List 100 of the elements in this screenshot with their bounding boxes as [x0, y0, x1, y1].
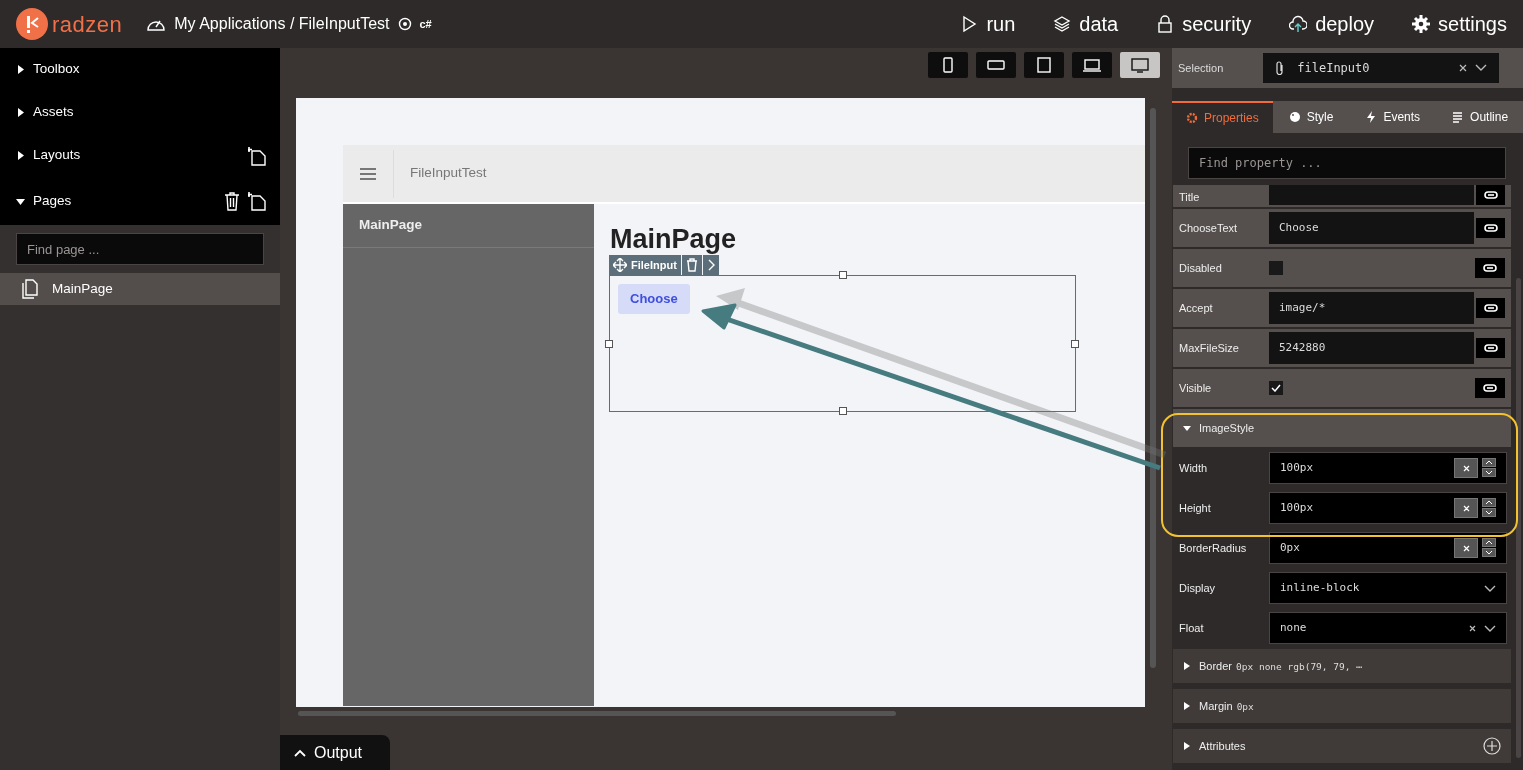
text-field[interactable]	[1269, 185, 1474, 205]
chevron-right-icon[interactable]	[706, 259, 715, 271]
add-file-icon[interactable]	[248, 145, 266, 166]
caret-right-icon[interactable]	[16, 151, 25, 160]
menu-item[interactable]: security	[1156, 9, 1252, 39]
section-title[interactable]: Layouts	[33, 145, 81, 166]
dropdown[interactable]: none	[1269, 612, 1507, 644]
property-label: BorderRadius	[1179, 540, 1248, 556]
check-icon	[1271, 384, 1281, 392]
menu-item[interactable]: deploy	[1289, 9, 1375, 39]
section-header[interactable]: Pages	[0, 177, 280, 225]
property-label: Accept	[1179, 300, 1214, 316]
clear-icon	[1462, 504, 1470, 512]
section-header[interactable]: Assets	[0, 91, 280, 134]
menu-item[interactable]: settings	[1412, 9, 1507, 39]
choose-button[interactable]: Choose	[618, 284, 690, 314]
clear-icon[interactable]	[1469, 624, 1476, 632]
output-tab[interactable]: Output	[280, 735, 390, 770]
section-header[interactable]: Layouts	[0, 134, 280, 177]
clear-button[interactable]	[1454, 498, 1478, 518]
unit-field[interactable]: 100px	[1269, 492, 1507, 524]
search-field[interactable]: Find property ...	[1188, 147, 1506, 179]
spin-up-icon[interactable]	[1482, 538, 1496, 547]
nav-item[interactable]: MainPage	[343, 204, 594, 248]
spin-down-icon[interactable]	[1482, 468, 1496, 477]
property-group[interactable]: Attributes	[1173, 729, 1511, 763]
selection-dropdown[interactable]: fileInput0	[1263, 53, 1500, 83]
unit-field[interactable]: 100px	[1269, 452, 1507, 484]
resize-handle[interactable]	[605, 339, 613, 348]
property-label: MaxFileSize	[1179, 340, 1240, 356]
bind-button[interactable]	[1476, 185, 1505, 205]
vertical-scrollbar[interactable]	[1150, 108, 1156, 668]
logo-text: radzen	[52, 10, 123, 39]
clear-button[interactable]	[1454, 538, 1478, 558]
vertical-scrollbar[interactable]	[1516, 278, 1521, 758]
spin-down-icon[interactable]	[1482, 548, 1496, 557]
page-heading: MainPage	[610, 226, 738, 253]
text-field[interactable]: 5242880	[1269, 332, 1474, 364]
group-title: ImageStyle	[1199, 420, 1255, 436]
spin-up-icon[interactable]	[1482, 498, 1496, 507]
property-label: Display	[1179, 580, 1217, 596]
laptop-icon	[1083, 57, 1101, 73]
page-item[interactable]: MainPage	[0, 273, 280, 305]
tablet-icon	[1035, 57, 1053, 73]
property-group[interactable]: Border 0px none rgb(79, 79, ⋯	[1173, 649, 1511, 683]
device-button[interactable]	[928, 52, 968, 78]
clear-button[interactable]	[1454, 458, 1478, 478]
section-title[interactable]: Assets	[33, 102, 74, 123]
lock-icon	[1156, 15, 1175, 33]
checkbox[interactable]	[1269, 381, 1283, 395]
horizontal-scrollbar[interactable]	[298, 711, 896, 716]
caret-right-icon	[1183, 702, 1191, 710]
add-file-icon[interactable]	[248, 191, 266, 211]
document-icon	[22, 279, 38, 299]
spin-down-icon[interactable]	[1482, 508, 1496, 517]
resize-handle[interactable]	[1071, 339, 1079, 348]
dropdown[interactable]: inline-block	[1269, 572, 1507, 604]
group-summary: 0px none rgb(79, 79, ⋯	[1236, 659, 1362, 674]
device-button[interactable]	[1120, 52, 1160, 78]
menu-item[interactable]: run	[960, 9, 1016, 39]
section-header[interactable]: Toolbox	[0, 48, 280, 91]
text-field[interactable]: Choose	[1269, 212, 1474, 244]
property-label: Visible	[1179, 380, 1213, 396]
menu-item[interactable]: data	[1053, 9, 1119, 39]
section-title[interactable]: Toolbox	[33, 59, 80, 80]
property-label: Height	[1179, 500, 1212, 516]
clear-icon	[1462, 544, 1470, 552]
search-field[interactable]: Find page ...	[16, 233, 264, 265]
device-button[interactable]	[1024, 52, 1064, 78]
bind-button[interactable]	[1475, 378, 1505, 398]
unit-field[interactable]: 0px	[1269, 532, 1507, 564]
text-field[interactable]: image/*	[1269, 292, 1474, 324]
spin-up-icon[interactable]	[1482, 458, 1496, 467]
device-button[interactable]	[1072, 52, 1112, 78]
chevron-down-icon[interactable]	[1475, 64, 1488, 72]
bind-button[interactable]	[1476, 218, 1505, 238]
property-group[interactable]: Margin 0px	[1173, 689, 1511, 723]
add-icon[interactable]	[1483, 737, 1501, 755]
caret-right-icon[interactable]	[16, 65, 25, 74]
tab[interactable]: Properties	[1172, 101, 1273, 133]
clear-icon[interactable]	[1459, 64, 1468, 72]
clear-icon	[1462, 464, 1470, 472]
device-button[interactable]	[976, 52, 1016, 78]
checkbox[interactable]	[1269, 261, 1283, 275]
resize-handle[interactable]	[838, 271, 847, 279]
section-title[interactable]: Pages	[33, 190, 72, 212]
link-icon	[1483, 343, 1498, 353]
property-label: Disabled	[1179, 260, 1223, 276]
breadcrumb: My Applications / FileInputTest	[174, 14, 390, 34]
menu-icon[interactable]	[360, 167, 376, 180]
link-icon	[1483, 383, 1498, 393]
group-summary: 0px	[1236, 699, 1254, 714]
bind-button[interactable]	[1476, 338, 1505, 358]
property-group[interactable]: ImageStyle	[1173, 409, 1511, 447]
caret-down-icon[interactable]	[16, 196, 25, 206]
trash-icon[interactable]	[224, 191, 240, 211]
caret-right-icon[interactable]	[16, 108, 25, 117]
bind-button[interactable]	[1475, 258, 1505, 278]
bind-button[interactable]	[1476, 298, 1505, 318]
resize-handle[interactable]	[838, 407, 847, 415]
